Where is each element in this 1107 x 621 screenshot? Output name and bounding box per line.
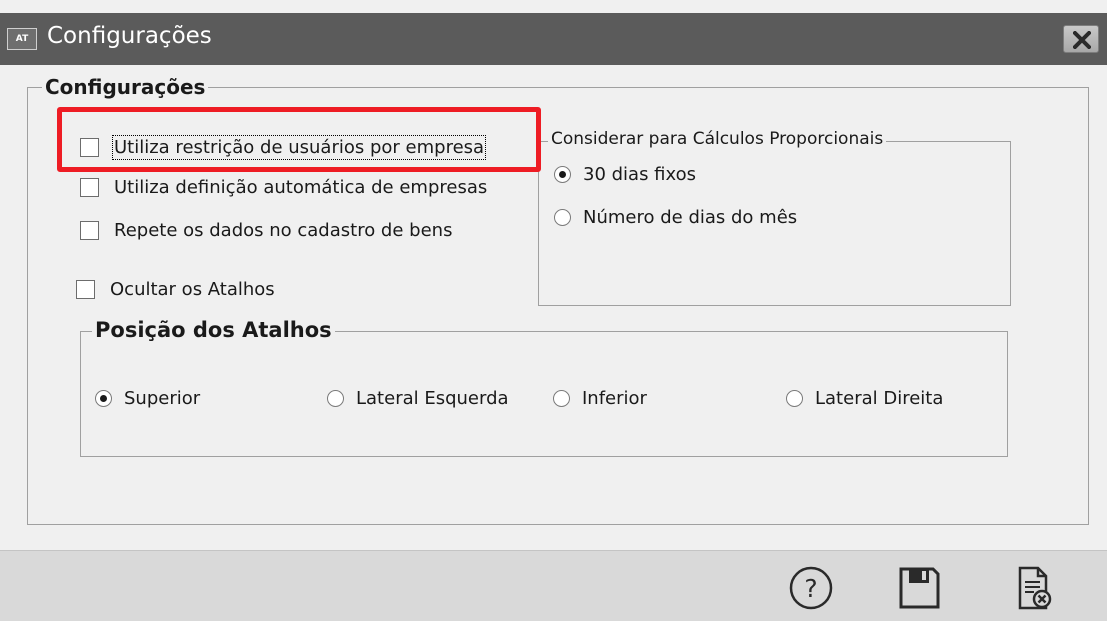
- radio-label[interactable]: Número de dias do mês: [583, 207, 797, 228]
- calculos-proporcionais-group-title: Considerar para Cálculos Proporcionais: [548, 129, 887, 149]
- help-icon: ?: [789, 566, 833, 610]
- close-icon: [1073, 31, 1091, 49]
- radio-label[interactable]: Lateral Direita: [815, 388, 943, 409]
- save-button[interactable]: [895, 564, 943, 612]
- svg-text:?: ?: [804, 574, 817, 603]
- app-icon: AT: [7, 28, 37, 50]
- close-document-button[interactable]: [1010, 564, 1058, 612]
- radio-superior[interactable]: Superior: [95, 383, 200, 413]
- settings-window: AT Configurações Configurações Utiliza r…: [0, 0, 1107, 621]
- checkbox-box[interactable]: [80, 220, 99, 240]
- checkbox-ocultar-atalhos[interactable]: Ocultar os Atalhos: [76, 274, 275, 304]
- title-bar[interactable]: AT Configurações: [0, 13, 1107, 65]
- radio-label[interactable]: Lateral Esquerda: [356, 388, 509, 409]
- checkbox-label[interactable]: Utiliza definição automática de empresas: [114, 177, 487, 198]
- posicao-atalhos-group-title: Posição dos Atalhos: [92, 318, 335, 342]
- dialog-body: Configurações Utiliza restrição de usuár…: [0, 65, 1107, 550]
- radio-button[interactable]: [786, 389, 803, 407]
- checkbox-label[interactable]: Ocultar os Atalhos: [110, 279, 275, 300]
- checkbox-label[interactable]: Repete os dados no cadastro de bens: [114, 220, 452, 241]
- close-document-icon: [1018, 566, 1052, 610]
- radio-numero-dias-mes[interactable]: Número de dias do mês: [554, 202, 797, 232]
- checkbox-repete-dados[interactable]: Repete os dados no cadastro de bens: [80, 215, 452, 245]
- radio-button[interactable]: [553, 389, 570, 407]
- close-window-button[interactable]: [1063, 25, 1099, 53]
- checkbox-restricao-usuarios[interactable]: Utiliza restrição de usuários por empres…: [80, 132, 487, 162]
- checkbox-box[interactable]: [80, 137, 99, 157]
- checkbox-box[interactable]: [76, 279, 95, 299]
- checkbox-box[interactable]: [80, 177, 99, 197]
- radio-button[interactable]: [554, 165, 571, 183]
- radio-30-dias-fixos[interactable]: 30 dias fixos: [554, 159, 696, 189]
- radio-label[interactable]: Inferior: [582, 388, 647, 409]
- radio-lateral-esquerda[interactable]: Lateral Esquerda: [327, 383, 509, 413]
- footer-toolbar: ?: [0, 550, 1107, 621]
- radio-button[interactable]: [95, 389, 112, 407]
- checkbox-definicao-automatica[interactable]: Utiliza definição automática de empresas: [80, 172, 487, 202]
- checkbox-label[interactable]: Utiliza restrição de usuários por empres…: [111, 134, 487, 160]
- window-title: Configurações: [47, 23, 212, 49]
- radio-label[interactable]: 30 dias fixos: [583, 164, 696, 185]
- radio-lateral-direita[interactable]: Lateral Direita: [786, 383, 943, 413]
- configuracoes-group-title: Configurações: [42, 75, 209, 99]
- radio-label[interactable]: Superior: [124, 388, 200, 409]
- help-button[interactable]: ?: [787, 564, 835, 612]
- radio-button[interactable]: [327, 389, 344, 407]
- radio-inferior[interactable]: Inferior: [553, 383, 647, 413]
- radio-button[interactable]: [554, 208, 571, 226]
- save-icon: [899, 567, 940, 609]
